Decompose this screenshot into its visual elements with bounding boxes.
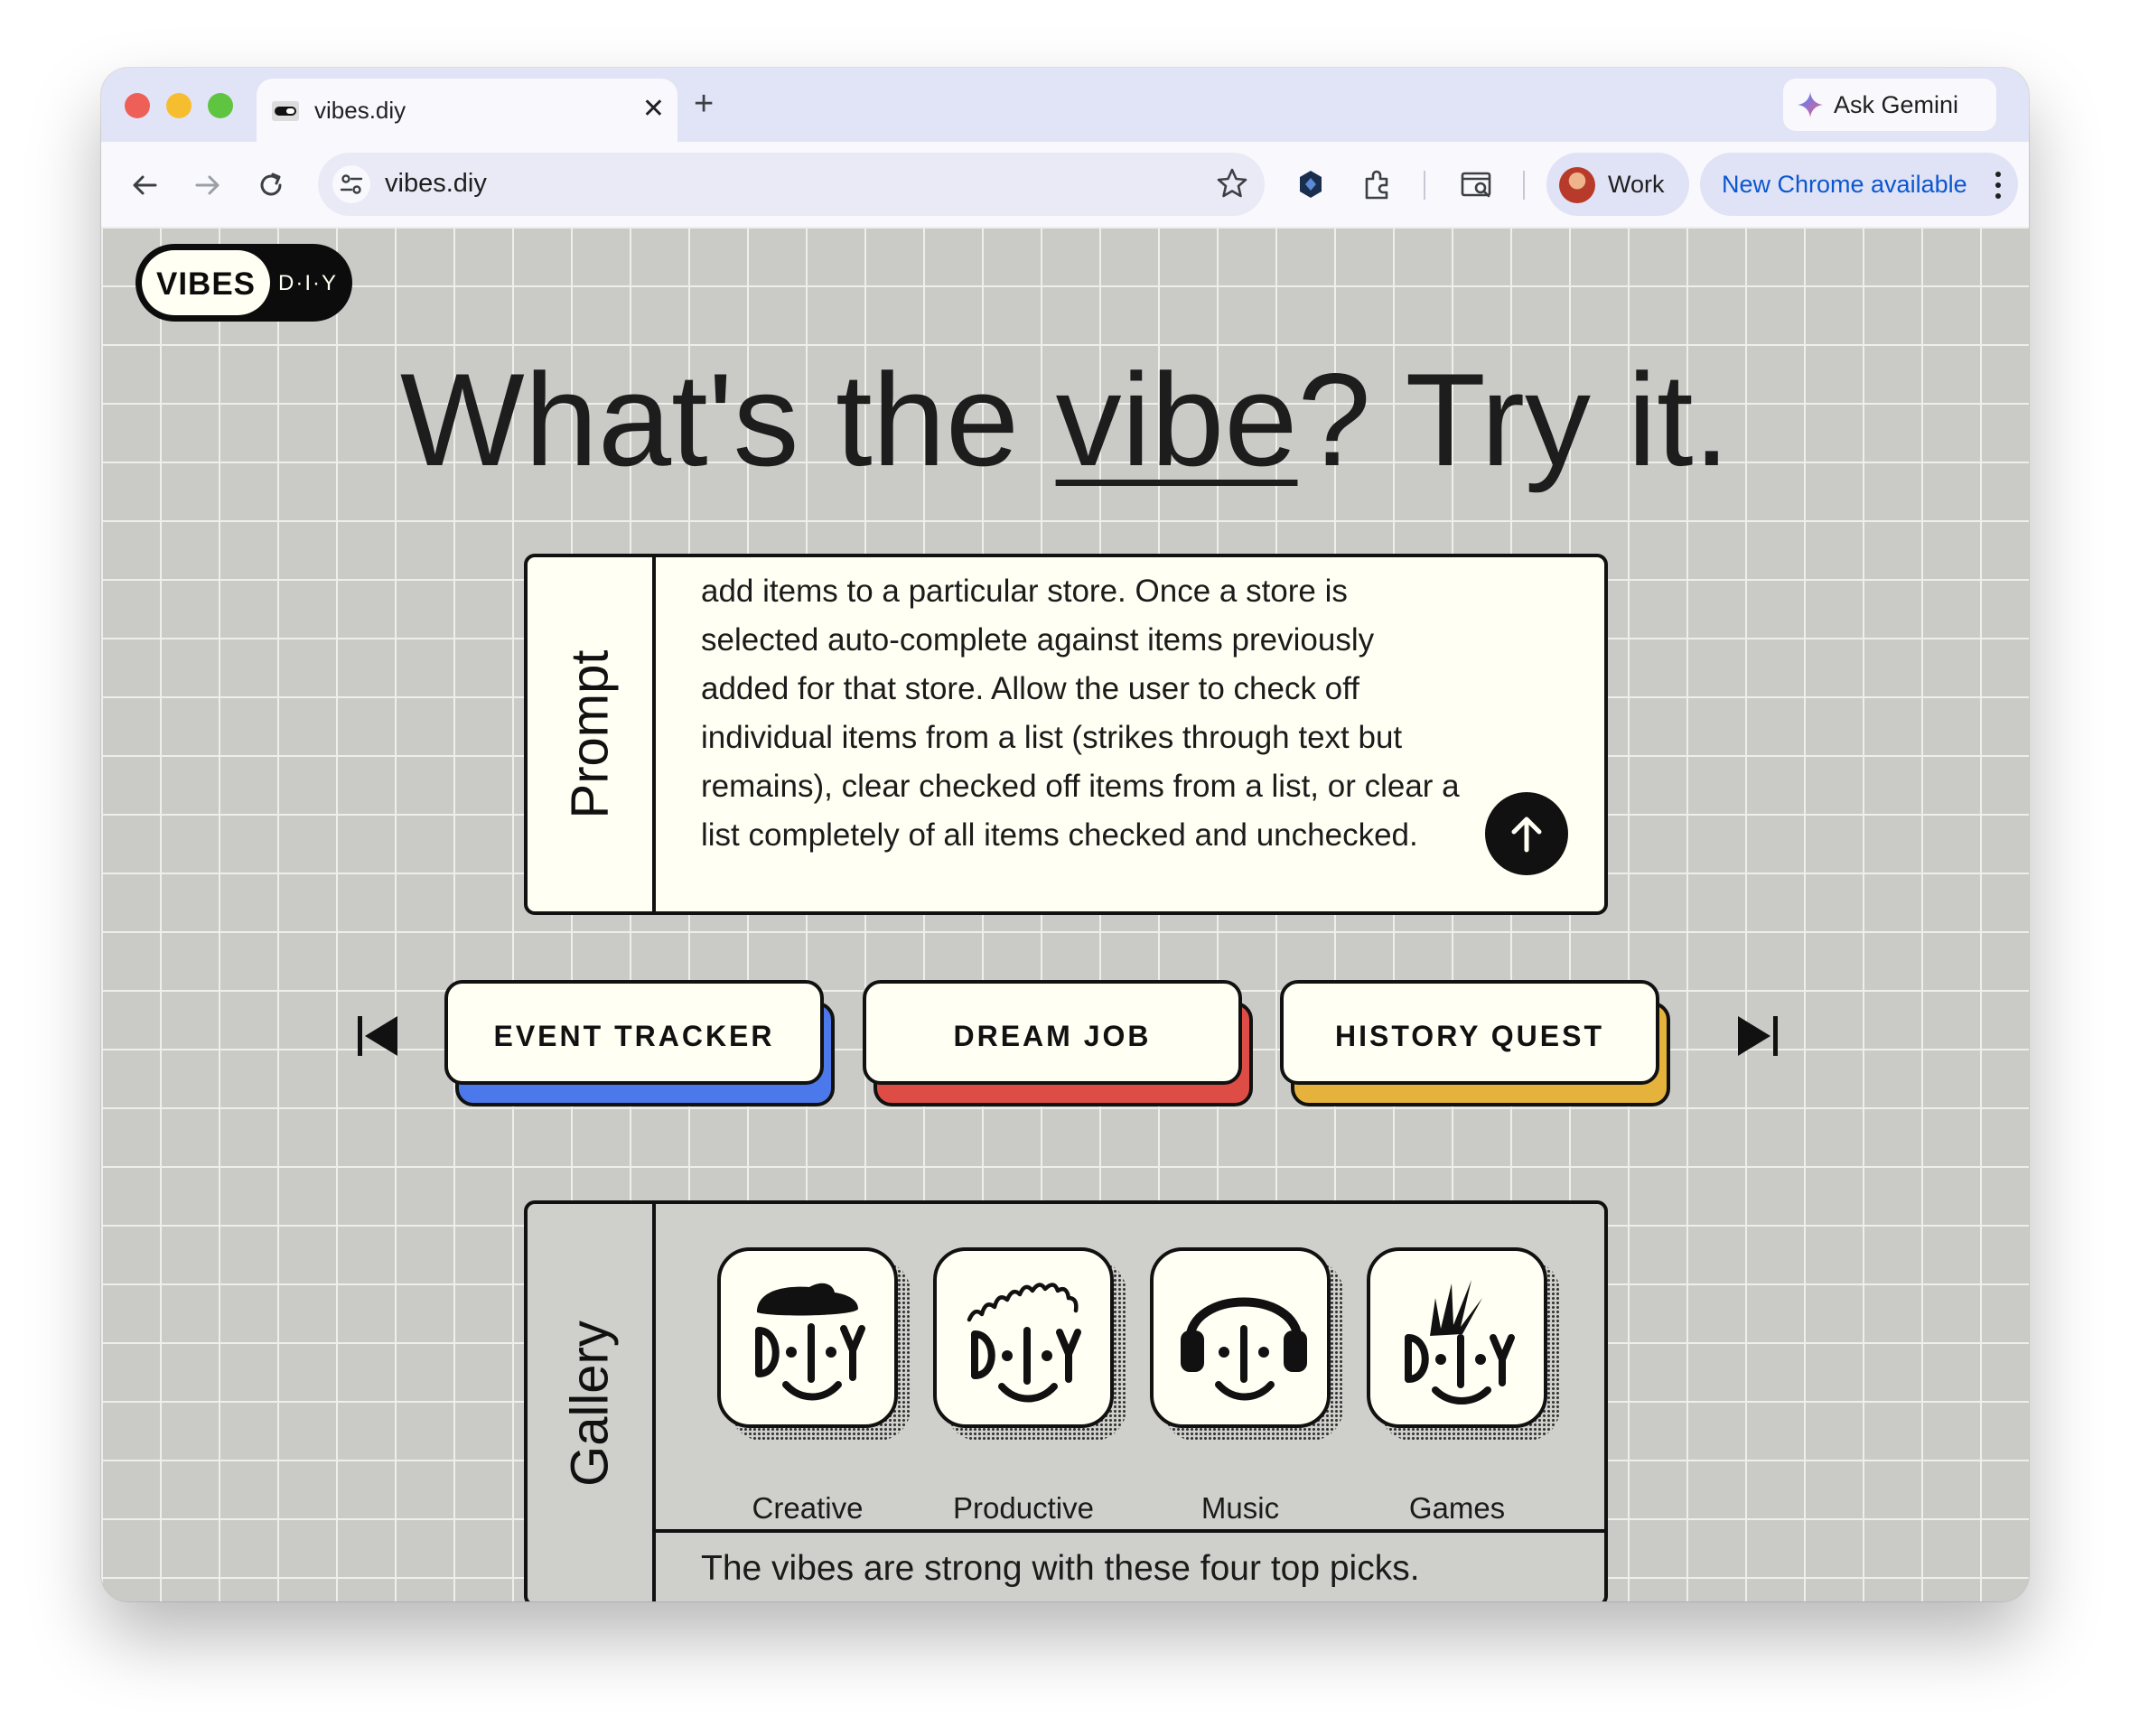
gemini-sparkle-icon [1798, 92, 1823, 117]
prompt-textarea[interactable]: add items to a particular store. Once a … [701, 567, 1469, 860]
gallery-tile-label: Creative [752, 1491, 864, 1525]
kebab-menu-icon[interactable] [1993, 169, 2004, 201]
browser-window: vibes.diy ✕ + Ask Gemini vibes.diy Work … [101, 68, 2029, 1601]
quick-pick-history-quest[interactable]: HISTORY QUEST [1280, 980, 1670, 1106]
forward-arrow-icon[interactable] [188, 165, 228, 205]
page-title: What's the vibe? Try it. [101, 344, 2029, 496]
tab-strip: vibes.diy ✕ + Ask Gemini [101, 68, 2029, 144]
arrow-up-icon [1511, 817, 1542, 853]
gallery-side-label: Gallery [528, 1204, 656, 1601]
tile-face [1367, 1247, 1547, 1428]
ask-gemini-button[interactable]: Ask Gemini [1783, 79, 1996, 131]
tile-face [717, 1247, 898, 1428]
new-tab-icon[interactable]: + [694, 86, 714, 122]
gallery-tile-label: Music [1200, 1491, 1280, 1525]
gallery-label: Gallery [560, 1321, 620, 1487]
page-content: VIBES D·I·Y What's the vibe? Try it. Pro… [101, 227, 2029, 1601]
tile-face [1150, 1247, 1331, 1428]
gallery-tile-label: Games [1408, 1491, 1506, 1525]
url-text[interactable]: vibes.diy [385, 169, 487, 199]
quick-pick-label: DREAM JOB [953, 1020, 1152, 1052]
quick-pick-face: DREAM JOB [863, 980, 1242, 1085]
prompt-label: Prompt [560, 649, 620, 819]
extensions-puzzle-icon[interactable] [1359, 165, 1397, 203]
address-bar[interactable]: vibes.diy [318, 153, 1265, 216]
gallery-divider [656, 1529, 1604, 1533]
quick-pick-label: EVENT TRACKER [493, 1020, 775, 1052]
toolbar-separator [1523, 171, 1525, 200]
skip-next-icon[interactable] [1734, 1013, 1780, 1059]
gallery-panel: Gallery Creative Productive Music Games … [524, 1200, 1608, 1601]
skip-previous-icon[interactable] [356, 1013, 401, 1059]
tab-search-icon[interactable] [1458, 165, 1496, 203]
toolbar-separator [1424, 171, 1425, 200]
close-window-button[interactable] [125, 93, 150, 118]
tab-close-icon[interactable]: ✕ [642, 93, 665, 126]
vibes-favicon-icon [272, 101, 299, 121]
back-arrow-icon[interactable] [125, 165, 164, 205]
headphones-face-icon [1181, 1297, 1307, 1401]
gallery-tile-music[interactable]: Music [1150, 1247, 1343, 1525]
tile-face [933, 1247, 1114, 1428]
gallery-tile-creative[interactable]: Creative [717, 1247, 911, 1525]
quick-pick-dream-job[interactable]: DREAM JOB [863, 980, 1253, 1106]
headline-emphasis: vibe [1055, 346, 1298, 493]
gallery-caption: The vibes are strong with these four top… [701, 1549, 1420, 1588]
quick-pick-event-tracker[interactable]: EVENT TRACKER [444, 980, 835, 1106]
headline-after: ? Try it. [1297, 346, 1731, 493]
logo-vibes-text: VIBES [155, 266, 257, 302]
browser-toolbar: vibes.diy Work New Chrome available [101, 142, 2029, 227]
logo-diy-text: D·I·Y [278, 271, 338, 295]
quick-pick-face: EVENT TRACKER [444, 980, 824, 1085]
beret-face-icon [755, 1283, 865, 1401]
bookmark-star-icon[interactable] [1214, 165, 1250, 201]
vibes-diy-logo[interactable]: VIBES D·I·Y [135, 244, 352, 322]
update-label: New Chrome available [1722, 171, 1967, 198]
reload-icon[interactable] [251, 165, 291, 205]
minimize-window-button[interactable] [166, 93, 192, 118]
quick-pick-label: HISTORY QUEST [1334, 1020, 1604, 1052]
prompt-side-label: Prompt [528, 557, 656, 911]
quick-pick-face: HISTORY QUEST [1280, 980, 1659, 1085]
gallery-tile-games[interactable]: Games [1367, 1247, 1560, 1525]
profile-button[interactable]: Work [1546, 153, 1689, 216]
send-button[interactable] [1485, 792, 1568, 875]
browser-tab[interactable]: vibes.diy ✕ [257, 79, 677, 144]
headline-before: What's the [399, 346, 1056, 493]
extension-hexagon-icon[interactable] [1292, 165, 1330, 203]
prompt-panel: Prompt add items to a particular store. … [524, 554, 1608, 915]
site-settings-icon[interactable] [332, 165, 370, 203]
curly-hair-face-icon [967, 1283, 1081, 1403]
chrome-update-button[interactable]: New Chrome available [1700, 153, 2018, 216]
maximize-window-button[interactable] [208, 93, 233, 118]
logo-pill: VIBES [142, 250, 270, 315]
gallery-tile-productive[interactable]: Productive [933, 1247, 1126, 1525]
avatar [1559, 167, 1595, 203]
profile-label: Work [1608, 171, 1665, 198]
spiky-hair-face-icon [1405, 1280, 1515, 1405]
tab-title: vibes.diy [314, 97, 406, 124]
ask-gemini-label: Ask Gemini [1834, 91, 1959, 118]
gallery-tile-label: Productive [953, 1491, 1094, 1525]
